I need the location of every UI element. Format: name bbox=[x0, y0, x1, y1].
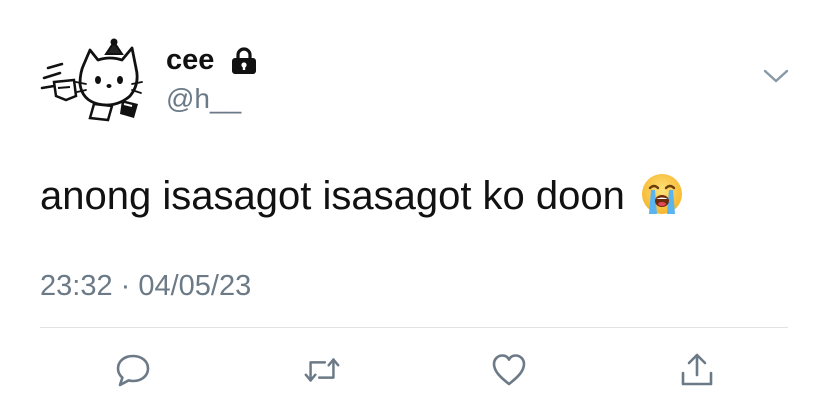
share-upload-icon bbox=[681, 353, 713, 386]
hello-kitty-doodle-icon bbox=[40, 38, 143, 122]
tweet-body: anong isasagot isasagot ko doon bbox=[40, 174, 625, 218]
share-button[interactable] bbox=[677, 350, 717, 390]
display-name[interactable]: cee bbox=[166, 42, 214, 78]
chevron-down-icon[interactable] bbox=[762, 66, 790, 86]
timestamp[interactable]: 23:32 · 04/05/23 bbox=[40, 268, 251, 304]
loudly-crying-face-emoji-icon bbox=[640, 172, 684, 216]
reply-button[interactable] bbox=[113, 350, 153, 390]
like-button[interactable] bbox=[489, 350, 529, 390]
retweet-arrows-icon bbox=[304, 358, 340, 382]
avatar[interactable] bbox=[40, 38, 148, 122]
heart-icon bbox=[492, 354, 526, 386]
tweet-text: anong isasagot isasagot ko doon bbox=[40, 172, 684, 220]
speech-bubble-icon bbox=[116, 354, 150, 387]
lock-icon bbox=[230, 47, 258, 75]
retweet-button[interactable] bbox=[302, 350, 342, 390]
divider bbox=[40, 327, 788, 328]
user-handle[interactable]: @h__ bbox=[166, 82, 241, 116]
